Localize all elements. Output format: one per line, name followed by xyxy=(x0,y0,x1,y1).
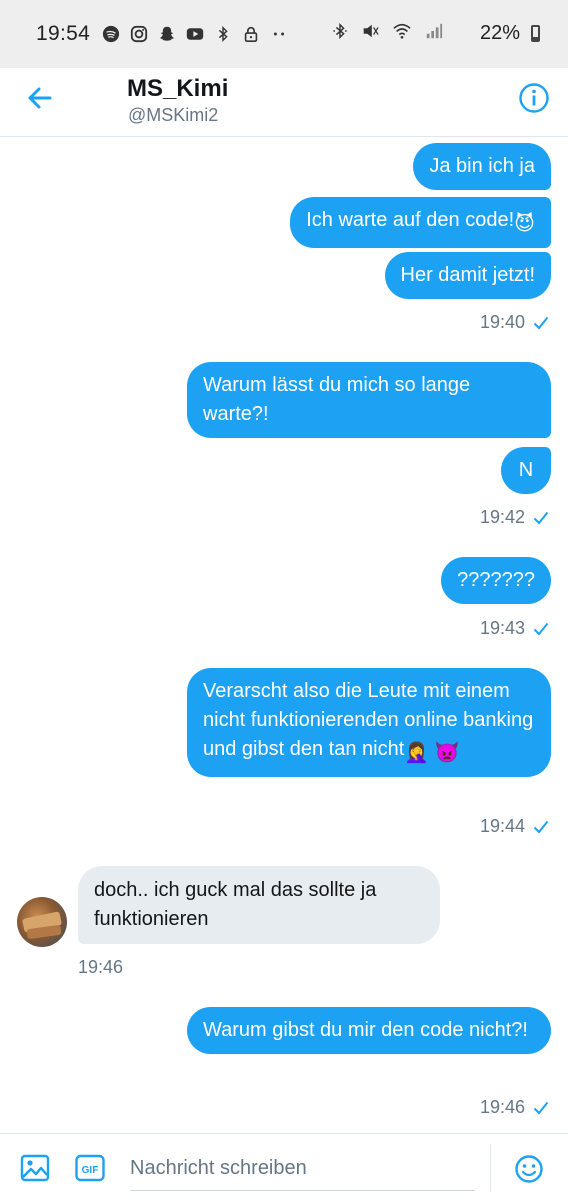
message-bubble-outgoing[interactable]: ??????? xyxy=(441,557,551,604)
conversation-name[interactable]: MS_Kimi xyxy=(127,75,228,103)
message-text: Warum lässt du mich so lange warte?! xyxy=(203,374,471,425)
gif-icon: GIF xyxy=(75,1154,105,1182)
message-bubble-outgoing[interactable]: Her damit jetzt! xyxy=(384,252,551,299)
input-underline xyxy=(130,1190,475,1191)
lock-icon xyxy=(244,26,258,43)
message-bubble-outgoing[interactable]: Ich warte auf den code!😈 xyxy=(290,197,551,248)
back-arrow-icon[interactable] xyxy=(24,82,56,114)
message-timestamp: 19:44 xyxy=(480,816,549,837)
timestamp-text: 19:46 xyxy=(479,1097,525,1117)
message-timestamp: 19:40 xyxy=(480,312,549,333)
bluetooth-icon xyxy=(333,22,347,40)
more-dots-icon xyxy=(274,32,285,36)
bluetooth-icon xyxy=(218,25,228,43)
conversation-handle: @MSKimi2 xyxy=(128,105,219,125)
smiling-devil-emoji-icon: 😈 xyxy=(514,213,535,235)
message-text: Verarscht also die Leute mit einem nicht… xyxy=(203,680,534,760)
sent-check-icon xyxy=(533,511,549,524)
compose-bar: GIF xyxy=(0,1133,568,1201)
status-time: 19:54 xyxy=(36,22,91,45)
signal-icon xyxy=(426,23,443,39)
message-bubble-incoming[interactable]: doch.. ich guck mal das sollte ja funkti… xyxy=(78,866,440,944)
avatar[interactable] xyxy=(17,897,67,947)
battery-icon xyxy=(531,25,540,42)
image-icon[interactable] xyxy=(20,1153,50,1183)
timestamp-text: 19:42 xyxy=(479,507,525,527)
gif-label: GIF xyxy=(82,1165,99,1176)
message-text: Her damit jetzt! xyxy=(400,264,535,286)
timestamp-text: 19:43 xyxy=(479,618,525,638)
message-text: Ich warte auf den code! xyxy=(306,209,515,231)
message-bubble-outgoing[interactable]: Ja bin ich ja xyxy=(413,143,551,190)
message-timestamp: 19:42 xyxy=(480,507,549,528)
message-bubble-outgoing[interactable]: N xyxy=(501,447,551,494)
status-bar: 19:54 22% xyxy=(0,0,568,68)
instagram-icon xyxy=(130,25,148,43)
facepalm-angry-devil-emoji-icon: 🤦‍♀️ 👿 xyxy=(404,742,460,764)
sent-check-icon xyxy=(533,820,549,833)
message-bubble-outgoing[interactable]: Warum lässt du mich so lange warte?! xyxy=(187,362,551,438)
message-timestamp: 19:46 xyxy=(78,957,124,977)
conversation-header: MS_Kimi @MSKimi2 xyxy=(0,68,568,137)
compose-divider xyxy=(490,1144,491,1192)
snapchat-icon xyxy=(159,26,175,41)
message-text: Warum gibst du mir den code nicht?! xyxy=(203,1019,528,1041)
message-bubble-outgoing[interactable]: Verarscht also die Leute mit einem nicht… xyxy=(187,668,551,777)
timestamp-text: 19:40 xyxy=(479,312,525,332)
message-timestamp: 19:46 xyxy=(480,1097,549,1118)
battery-percent: 22% xyxy=(479,22,520,44)
info-icon[interactable] xyxy=(518,82,550,114)
emoji-icon[interactable] xyxy=(514,1154,544,1184)
timestamp-text: 19:44 xyxy=(479,816,525,836)
sent-check-icon xyxy=(533,1101,549,1114)
mute-icon xyxy=(363,24,379,38)
message-bubble-outgoing[interactable]: Warum gibst du mir den code nicht?! xyxy=(187,1007,551,1054)
message-text: N xyxy=(518,459,534,481)
youtube-icon xyxy=(186,28,204,40)
sent-check-icon xyxy=(533,316,549,329)
gif-button[interactable]: GIF xyxy=(75,1154,105,1182)
sent-check-icon xyxy=(533,622,549,635)
message-timestamp: 19:43 xyxy=(480,618,549,639)
message-text: Ja bin ich ja xyxy=(429,155,535,177)
message-input[interactable] xyxy=(130,1146,475,1190)
message-text: doch.. ich guck mal das sollte ja funkti… xyxy=(94,879,377,930)
wifi-icon xyxy=(393,23,411,39)
message-text: ??????? xyxy=(457,569,535,591)
spotify-icon xyxy=(102,25,120,43)
